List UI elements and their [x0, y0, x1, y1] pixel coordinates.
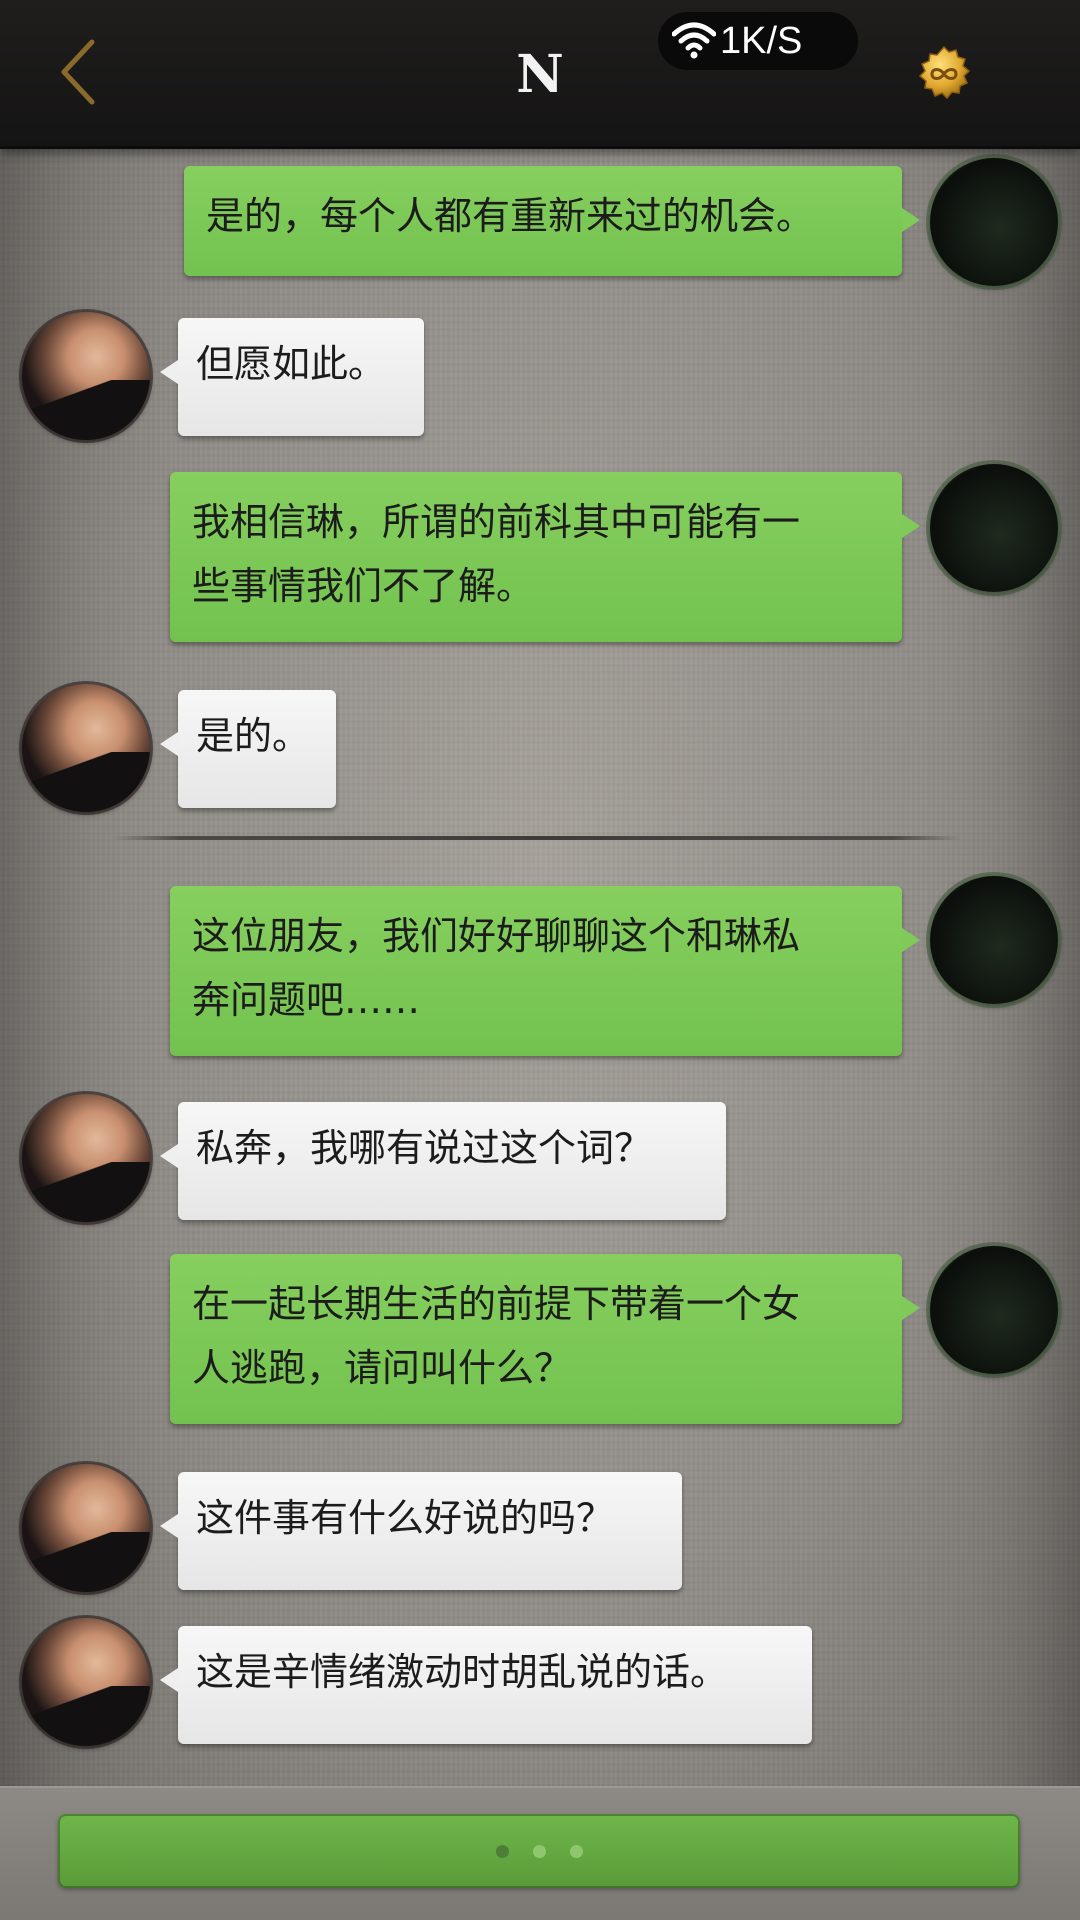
message-bubble-received: 是的。: [160, 690, 336, 808]
coin-button[interactable]: [914, 44, 974, 104]
typing-dot: [495, 1844, 509, 1858]
contact-avatar[interactable]: [22, 312, 150, 440]
message-text: 些事情我们不了解。: [192, 564, 535, 608]
message-bubble-received: 这是辛情绪激动时胡乱说的话。: [160, 1626, 812, 1744]
message-text: 我相信琳，所谓的前科其中可能有一: [192, 500, 801, 544]
infinity-coin-icon: [918, 45, 971, 100]
message-bubble-received: 私奔，我哪有说过这个词？: [160, 1102, 726, 1220]
message-bubble-received: 但愿如此。: [160, 318, 424, 436]
message-bubble-sent: 我相信琳，所谓的前科其中可能有一 些事情我们不了解。: [170, 472, 920, 642]
message-text: 但愿如此。: [196, 342, 387, 386]
wifi-icon: [672, 22, 716, 59]
message-bubble-received: 这件事有什么好说的吗？: [160, 1472, 682, 1590]
chat-area[interactable]: 是的，每个人都有重新来过的机会。 但愿如此。 我相信琳，所谓的前科其中可能有一 …: [0, 146, 1080, 1786]
typing-dot: [532, 1844, 546, 1858]
contact-avatar[interactable]: [22, 1464, 150, 1592]
message-text: 这件事有什么好说的吗？: [196, 1496, 615, 1540]
message-text: 私奔，我哪有说过这个词？: [196, 1126, 653, 1170]
my-avatar[interactable]: [930, 1246, 1058, 1374]
my-avatar[interactable]: [930, 876, 1058, 1004]
message-bubble-sent: 这位朋友，我们好好聊聊这个和琳私 奔问题吧……: [170, 886, 920, 1056]
my-avatar[interactable]: [930, 464, 1058, 592]
reply-options-button[interactable]: [58, 1814, 1020, 1888]
message-text: 这位朋友，我们好好聊聊这个和琳私: [192, 914, 801, 958]
contact-avatar[interactable]: [22, 684, 150, 812]
network-speed-text: 1K/S: [720, 20, 803, 62]
contact-avatar[interactable]: [22, 1618, 150, 1746]
section-divider: [112, 836, 962, 840]
network-speed-indicator: 1K/S: [658, 12, 858, 70]
message-bubble-sent: 是的，每个人都有重新来过的机会。: [184, 166, 920, 276]
message-text: 人逃跑，请问叫什么？: [192, 1346, 573, 1390]
message-bubble-sent: 在一起长期生活的前提下带着一个女 人逃跑，请问叫什么？: [170, 1254, 920, 1424]
top-bar: N 1K/S: [0, 0, 1080, 149]
message-text: 在一起长期生活的前提下带着一个女: [192, 1282, 801, 1326]
message-text: 是的。: [196, 714, 311, 758]
typing-indicator: [58, 1814, 1020, 1888]
typing-dot: [569, 1844, 583, 1858]
bottom-bar: [0, 1786, 1080, 1920]
contact-avatar[interactable]: [22, 1094, 150, 1222]
message-text: 是的，每个人都有重新来过的机会。: [206, 194, 815, 238]
my-avatar[interactable]: [930, 158, 1058, 286]
message-text: 这是辛情绪激动时胡乱说的话。: [196, 1650, 729, 1694]
message-text: 奔问题吧……: [192, 978, 421, 1022]
